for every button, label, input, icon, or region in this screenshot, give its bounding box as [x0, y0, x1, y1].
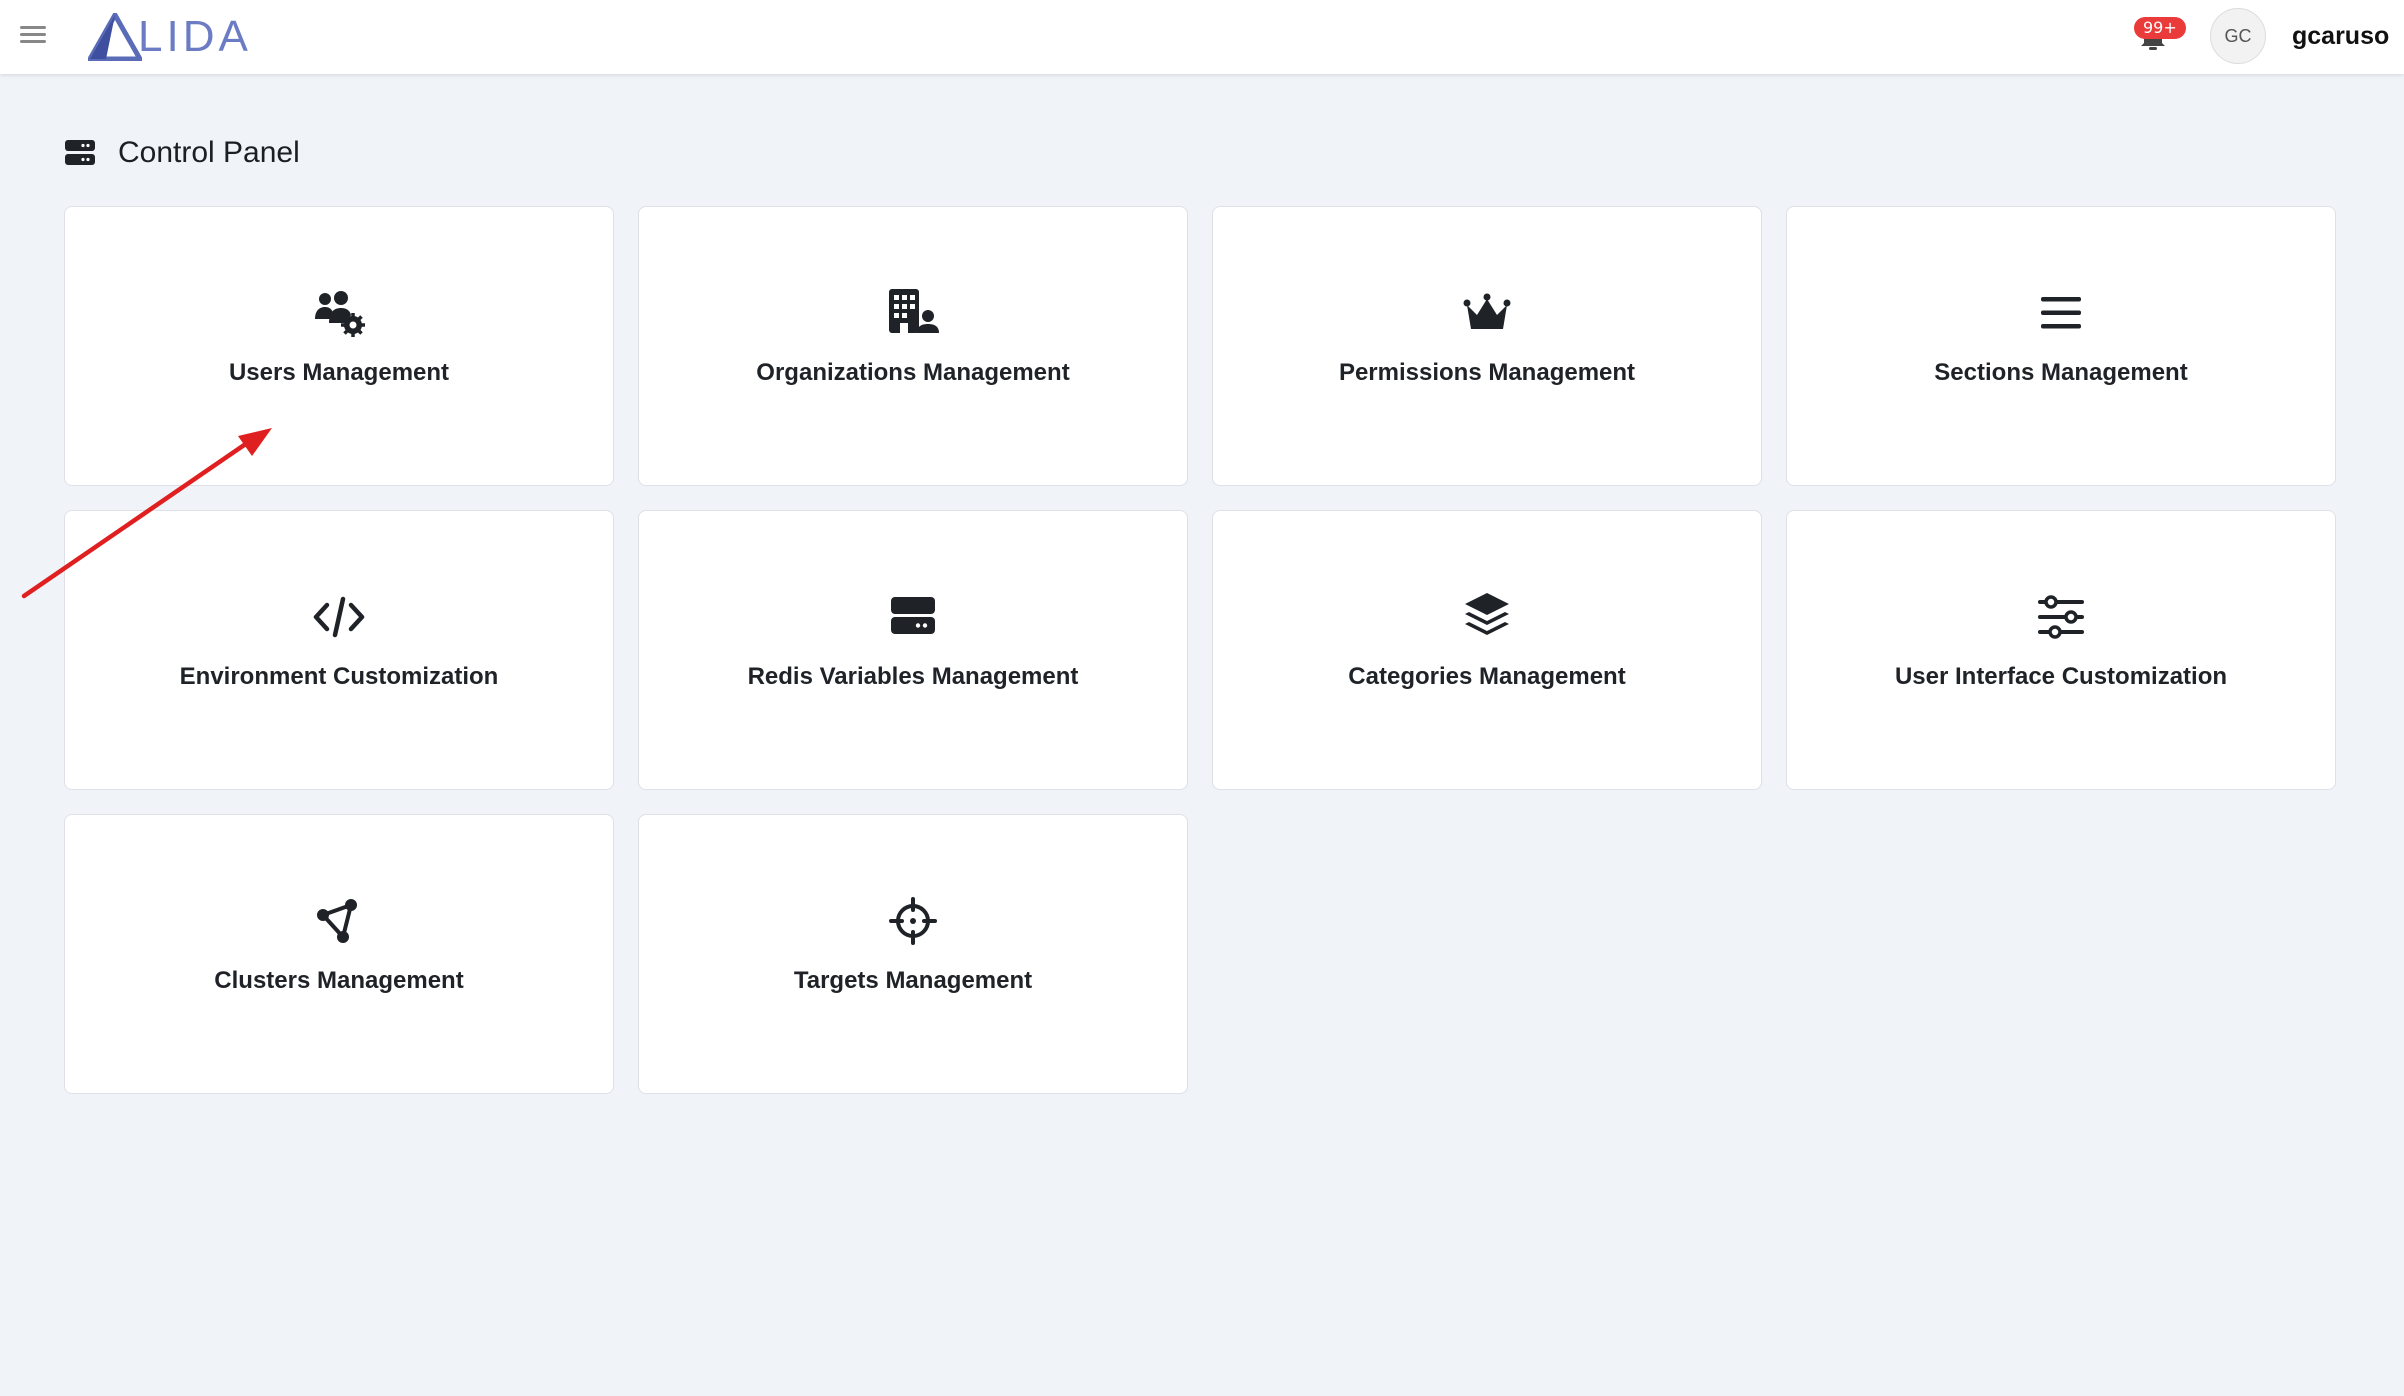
card-user-interface-customization[interactable]: User Interface Customization — [1786, 510, 2336, 790]
card-label: User Interface Customization — [1894, 663, 2228, 690]
server-icon — [891, 597, 935, 634]
card-label: Redis Variables Management — [747, 663, 1079, 690]
logo[interactable]: LIDA — [88, 10, 252, 64]
page-title: Control Panel — [118, 136, 300, 169]
username[interactable]: gcaruso — [2292, 22, 2389, 51]
card-label: Environment Customization — [179, 663, 499, 690]
card-permissions-management[interactable]: Permissions Management — [1212, 206, 1762, 486]
code-icon — [313, 596, 365, 638]
control-panel-grid: Users Management Organizations Managemen… — [64, 206, 2336, 1094]
card-redis-variables-management[interactable]: Redis Variables Management — [638, 510, 1188, 790]
card-label: Permissions Management — [1338, 359, 1636, 386]
card-clusters-management[interactable]: Clusters Management — [64, 814, 614, 1094]
card-organizations-management[interactable]: Organizations Management — [638, 206, 1188, 486]
menu-icon[interactable] — [18, 22, 48, 52]
notification-badge: 99+ — [2134, 17, 2186, 39]
crown-icon — [1463, 293, 1511, 329]
nodes-icon — [317, 899, 357, 943]
server-icon — [65, 140, 95, 165]
card-users-management[interactable]: Users Management — [64, 206, 614, 486]
card-label: Categories Management — [1348, 663, 1626, 690]
bars-icon — [2041, 297, 2081, 329]
users-cog-icon — [315, 291, 365, 337]
card-label: Clusters Management — [214, 967, 464, 994]
page-header: Control Panel — [64, 136, 300, 170]
layers-icon — [1465, 593, 1509, 635]
logo-text: LIDA — [138, 12, 252, 61]
card-label: Organizations Management — [756, 359, 1070, 386]
building-user-icon — [889, 289, 939, 333]
avatar[interactable]: GC — [2210, 8, 2266, 64]
card-label: Targets Management — [793, 967, 1033, 994]
card-label: Users Management — [228, 359, 450, 386]
card-targets-management[interactable]: Targets Management — [638, 814, 1188, 1094]
card-sections-management[interactable]: Sections Management — [1786, 206, 2336, 486]
top-bar: LIDA 99+ GC gcaruso — [0, 0, 2404, 74]
crosshair-icon — [889, 897, 937, 945]
logo-mark-icon — [88, 13, 142, 61]
card-environment-customization[interactable]: Environment Customization — [64, 510, 614, 790]
card-label: Sections Management — [1934, 359, 2188, 386]
sliders-icon — [2038, 595, 2084, 639]
card-categories-management[interactable]: Categories Management — [1212, 510, 1762, 790]
